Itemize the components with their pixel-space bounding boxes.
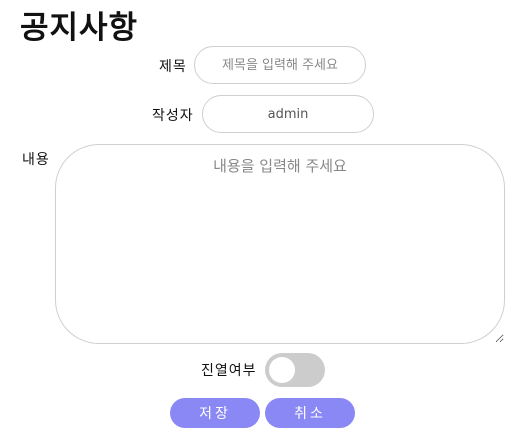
content-textarea[interactable] xyxy=(55,144,505,344)
title-label: 제목 xyxy=(159,59,187,75)
save-button[interactable]: 저장 xyxy=(170,398,260,428)
author-input[interactable] xyxy=(202,95,374,133)
toggle-knob xyxy=(269,357,295,383)
cancel-button[interactable]: 취소 xyxy=(265,398,355,428)
display-toggle[interactable] xyxy=(265,353,325,387)
title-input[interactable] xyxy=(194,46,366,84)
content-label: 내용 xyxy=(22,152,50,168)
display-label: 진열여부 xyxy=(201,363,257,379)
page-title: 공지사항 xyxy=(20,10,139,46)
notice-form-page: 공지사항 제목 작성자 내용 진열여부 저장 취소 xyxy=(0,0,530,437)
author-label: 작성자 xyxy=(152,108,194,124)
